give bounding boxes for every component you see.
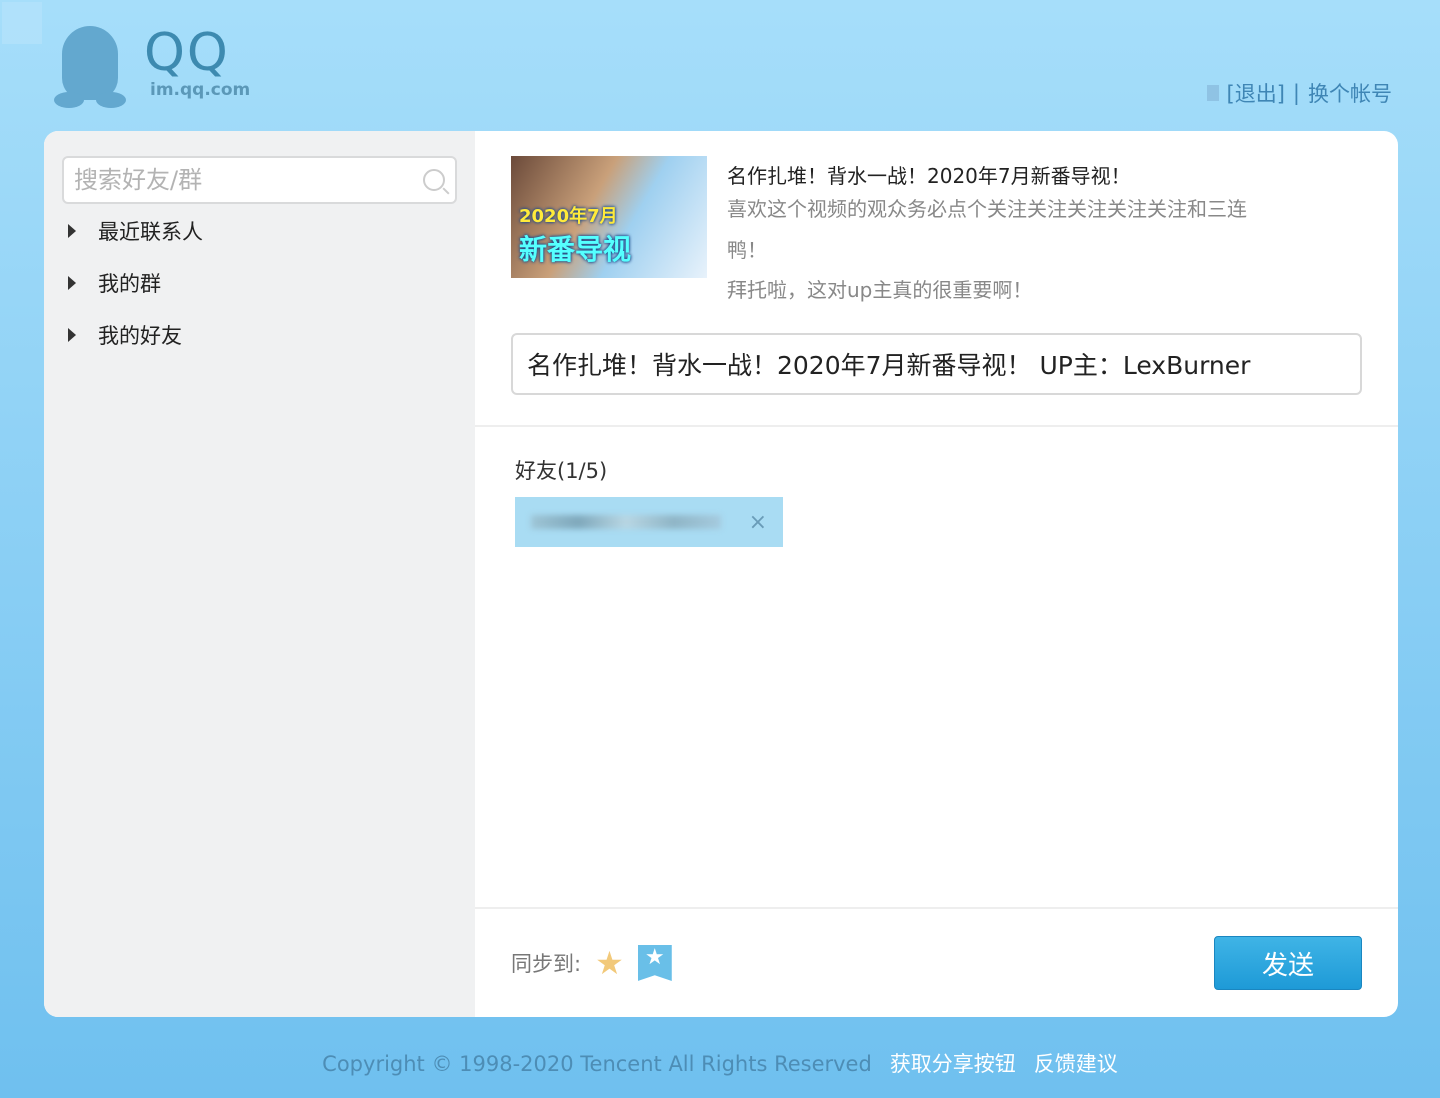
window-corner [2, 2, 42, 44]
group-label: 我的好友 [98, 324, 182, 348]
group-recent[interactable]: 最近联系人 [62, 206, 457, 256]
video-thumbnail: 2020年7月新番导视 [511, 156, 707, 278]
switch-account-link[interactable]: 换个帐号 [1308, 78, 1392, 108]
bookmark-star-icon[interactable]: ★ [637, 945, 672, 981]
message-input[interactable]: 名作扎堆！背水一战！2020年7月新番导视！ UP主：LexBurner [511, 333, 1362, 395]
group-my-friends[interactable]: 我的好友 [62, 310, 457, 360]
separator: | [1292, 81, 1300, 105]
thumb-text: 新番导视 [519, 233, 632, 266]
friend-name-blurred [531, 515, 721, 529]
search-box [62, 156, 457, 204]
feedback-link[interactable]: 反馈建议 [1034, 1052, 1118, 1076]
caret-right-icon [68, 224, 76, 238]
share-desc: 鸭！ [727, 238, 767, 262]
share-desc: 喜欢这个视频的观众务必点个关注关注关注关注关注和三连 [727, 197, 1247, 221]
send-button[interactable]: 发送 [1214, 936, 1362, 990]
qzone-star-icon[interactable]: ★ [595, 944, 624, 982]
selected-friend-chip: × [515, 497, 783, 547]
group-my-groups[interactable]: 我的群 [62, 258, 457, 308]
caret-right-icon [68, 276, 76, 290]
document-icon [1206, 85, 1219, 101]
qq-logo: QQ im.qq.com [52, 26, 250, 110]
share-desc: 拜托啦，这对up主真的很重要啊！ [727, 278, 1033, 302]
search-icon[interactable] [423, 169, 445, 191]
contacts-sidebar: 最近联系人 我的群 我的好友 [44, 131, 475, 1017]
thumb-text: 2020年7月 [519, 206, 618, 227]
share-panel: 最近联系人 我的群 我的好友 2020年7月新番导视 名作扎堆！背水一战！202… [44, 131, 1398, 1017]
get-share-button-link[interactable]: 获取分享按钮 [890, 1052, 1016, 1076]
share-title: 名作扎堆！背水一战！2020年7月新番导视！ [727, 164, 1131, 188]
penguin-icon [52, 26, 128, 110]
logout-link[interactable]: [退出] [1227, 78, 1285, 108]
logo-title: QQ [144, 23, 230, 83]
sync-label: 同步到: [511, 952, 582, 976]
copyright: Copyright © 1998-2020 Tencent All Rights… [322, 1052, 872, 1076]
search-input[interactable] [74, 166, 394, 194]
group-label: 最近联系人 [98, 220, 203, 244]
caret-right-icon [68, 328, 76, 342]
logo-domain: im.qq.com [150, 80, 251, 100]
close-icon[interactable]: × [749, 510, 767, 535]
friends-count-label: 好友(1/5) [515, 459, 608, 483]
group-label: 我的群 [98, 272, 161, 296]
